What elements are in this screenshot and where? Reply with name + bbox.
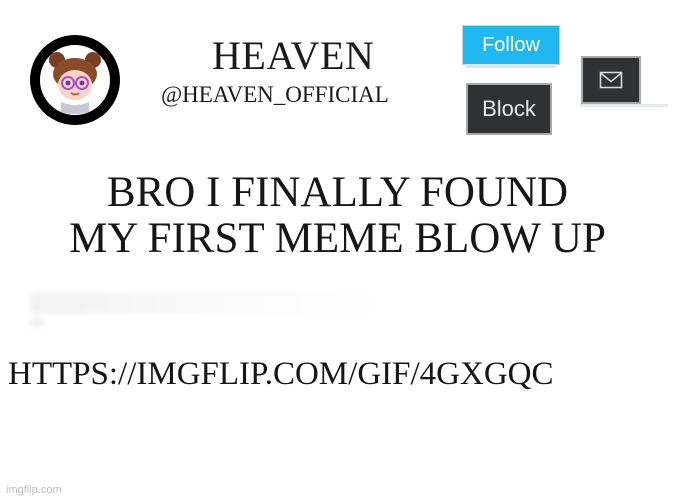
block-button[interactable]: Block	[466, 83, 552, 135]
avatar-icon	[30, 35, 120, 125]
imgflip-watermark: imgflip.com	[6, 484, 62, 496]
message-button[interactable]	[581, 56, 641, 104]
post-line-2: MY FIRST MEME BLOW UP	[69, 215, 606, 262]
profile-avatar[interactable]	[27, 32, 123, 128]
meme-template: HEAVEN @HEAVEN_OFFICIAL Follow Block BRO…	[0, 0, 675, 500]
follow-button[interactable]: Follow	[462, 25, 560, 65]
message-button-shadow	[580, 104, 668, 107]
faded-background-mark	[30, 318, 44, 328]
follow-button-shadow	[466, 64, 556, 68]
mail-icon	[599, 71, 623, 89]
post-link: HTTPS://IMGFLIP.COM/GIF/4GXGQC	[8, 356, 554, 392]
post-body: BRO I FINALLY FOUND MY FIRST MEME BLOW U…	[0, 170, 675, 262]
display-name: HEAVEN	[212, 33, 375, 78]
user-handle: @HEAVEN_OFFICIAL	[161, 82, 389, 107]
post-line-1: BRO I FINALLY FOUND	[106, 169, 569, 216]
faded-background-text	[30, 292, 390, 314]
